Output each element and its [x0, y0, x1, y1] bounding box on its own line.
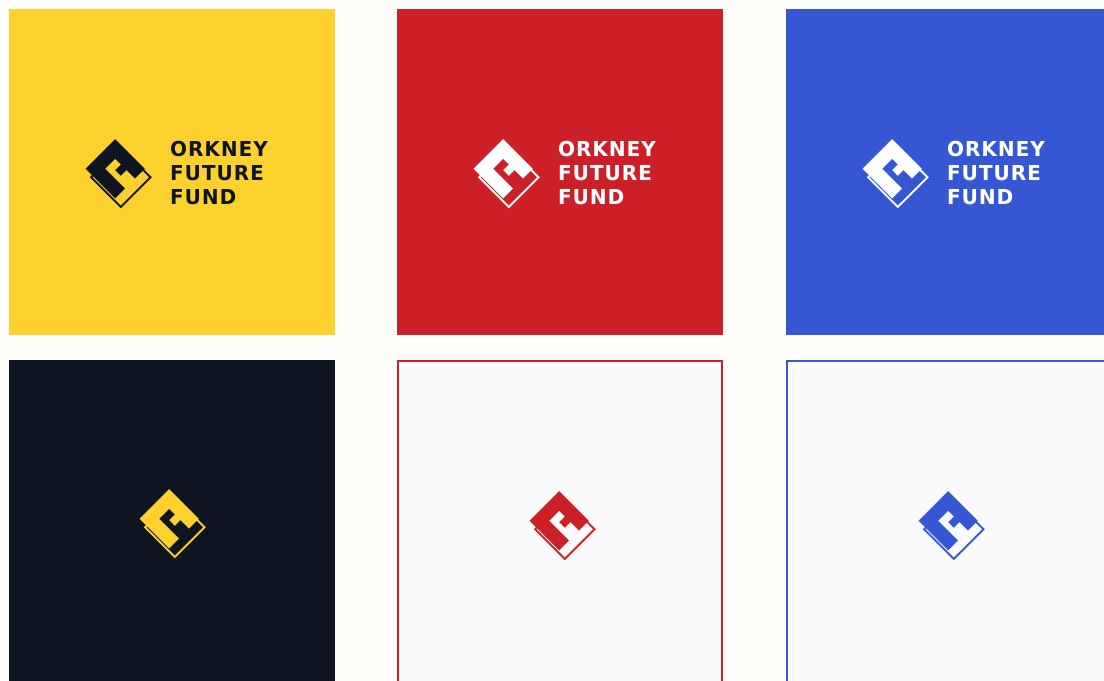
brand-line-3: FUND	[558, 185, 626, 209]
brand-line-1: ORKNEY	[558, 137, 657, 161]
logo-lockup: ORKNEY FUTURE FUND	[855, 133, 1055, 213]
tile-navy-mark	[9, 360, 335, 681]
ff-logo-icon	[132, 483, 212, 563]
brand-wordmark: ORKNEY FUTURE FUND	[170, 137, 269, 209]
tile-blue-outline-mark	[786, 360, 1104, 681]
logo-showcase: ORKNEY FUTURE FUND ORKNEY FUTURE FUND OR…	[0, 0, 1104, 681]
brand-line-2: FUTURE	[170, 161, 265, 185]
brand-line-2: FUTURE	[558, 161, 653, 185]
ff-logo-icon	[78, 133, 158, 213]
brand-wordmark: ORKNEY FUTURE FUND	[947, 137, 1046, 209]
brand-line-3: FUND	[170, 185, 238, 209]
tile-blue-lockup: ORKNEY FUTURE FUND	[786, 9, 1104, 335]
brand-line-1: ORKNEY	[947, 137, 1046, 161]
tile-red-lockup: ORKNEY FUTURE FUND	[397, 9, 723, 335]
brand-line-1: ORKNEY	[170, 137, 269, 161]
brand-wordmark: ORKNEY FUTURE FUND	[558, 137, 657, 209]
brand-line-3: FUND	[947, 185, 1015, 209]
logo-lockup: ORKNEY FUTURE FUND	[466, 133, 666, 213]
tile-yellow-lockup: ORKNEY FUTURE FUND	[9, 9, 335, 335]
ff-logo-icon	[855, 133, 935, 213]
logo-lockup: ORKNEY FUTURE FUND	[78, 133, 278, 213]
ff-logo-icon	[911, 485, 991, 565]
ff-logo-icon	[522, 485, 602, 565]
brand-line-2: FUTURE	[947, 161, 1042, 185]
ff-logo-icon	[466, 133, 546, 213]
tile-red-outline-mark	[397, 360, 723, 681]
